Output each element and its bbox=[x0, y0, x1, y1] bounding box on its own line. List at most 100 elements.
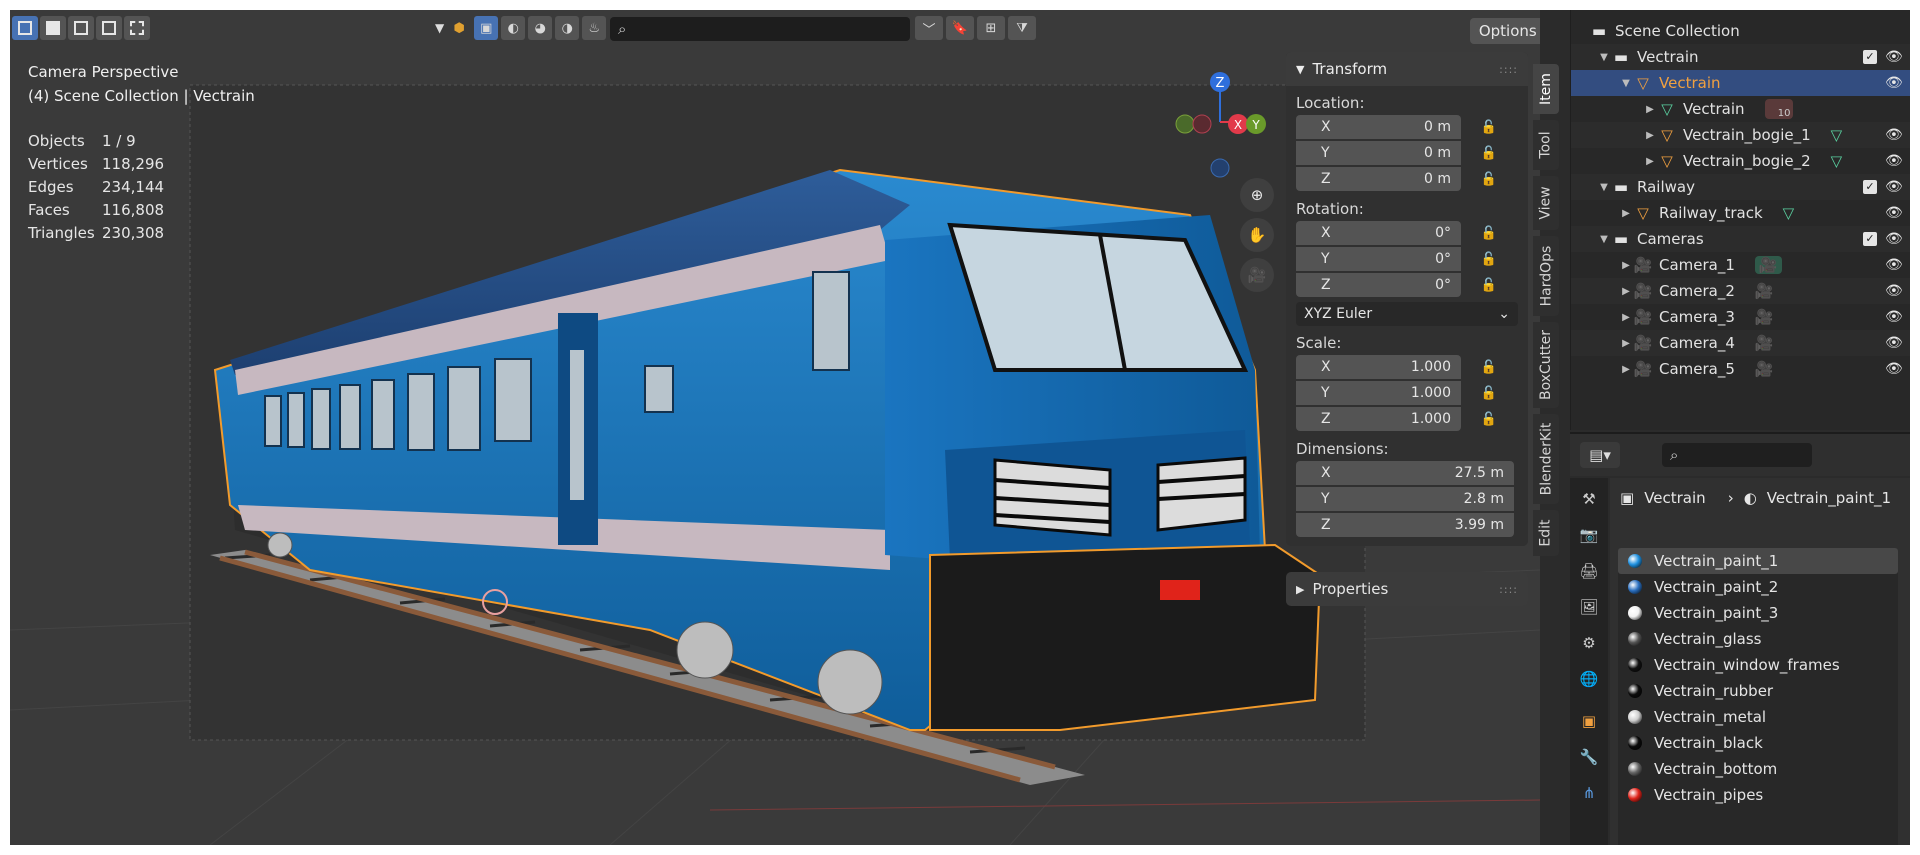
expand-triangle-icon[interactable]: ▼ bbox=[1597, 52, 1611, 63]
rotation-x-field[interactable]: X 0° bbox=[1296, 221, 1461, 245]
tab-boxcutter[interactable]: BoxCutter bbox=[1533, 322, 1559, 408]
expand-triangle-icon[interactable]: ▼ bbox=[1619, 78, 1633, 89]
select-box-tool-icon[interactable] bbox=[12, 16, 38, 40]
expand-triangle-icon[interactable]: ▶ bbox=[1619, 364, 1633, 375]
scale-x-field[interactable]: X 1.000 bbox=[1296, 355, 1461, 379]
checkbox-icon[interactable]: ✓ bbox=[1863, 232, 1877, 246]
dimensions-z-field[interactable]: Z 3.99 m bbox=[1296, 513, 1514, 537]
select-new-icon[interactable] bbox=[40, 16, 66, 40]
material-slot-row[interactable]: Vectrain_window_frames bbox=[1618, 652, 1898, 678]
expand-triangle-icon[interactable]: ▶ bbox=[1619, 312, 1633, 323]
outliner-row-bogie-2[interactable]: ▶ ▽ Vectrain_bogie_2 ▽ 👁 bbox=[1571, 148, 1910, 174]
location-y-field[interactable]: Y0 m bbox=[1296, 141, 1461, 165]
tab-item[interactable]: Item bbox=[1533, 64, 1559, 114]
expand-triangle-icon[interactable]: ▶ bbox=[1619, 208, 1633, 219]
outliner-row-vectrain-object[interactable]: ▼ ▽ Vectrain 👁 bbox=[1571, 70, 1910, 96]
view-dropdown-button[interactable]: ﹀ bbox=[915, 16, 943, 40]
outliner-row-cameras-collection[interactable]: ▼ ▬ Cameras ✓ 👁 bbox=[1571, 226, 1910, 252]
editor-type-dropdown[interactable]: ▤▾ bbox=[1580, 442, 1620, 468]
render-settings-icon[interactable]: 📷 bbox=[1576, 522, 1602, 548]
properties-search-input[interactable]: ⌕ bbox=[1662, 443, 1812, 467]
location-z-field[interactable]: Z0 m bbox=[1296, 167, 1461, 191]
tab-blenderkit[interactable]: BlenderKit bbox=[1533, 414, 1559, 504]
layout-icon[interactable]: ⊞ bbox=[977, 16, 1005, 40]
lock-icon[interactable]: 🔓 bbox=[1481, 277, 1497, 293]
camera-view-icon[interactable]: 🎥 bbox=[1240, 258, 1274, 292]
checkbox-icon[interactable]: ✓ bbox=[1863, 50, 1877, 64]
expand-triangle-icon[interactable]: ▼ bbox=[1597, 234, 1611, 245]
outliner-row-bogie-1[interactable]: ▶ ▽ Vectrain_bogie_1 ▽ 👁 bbox=[1571, 122, 1910, 148]
outliner-row-vectrain-collection[interactable]: ▼ ▬ Vectrain ✓ 👁 bbox=[1571, 44, 1910, 70]
bookmark-icon[interactable]: 🔖 bbox=[946, 16, 974, 40]
eye-icon[interactable]: 👁 bbox=[1885, 361, 1903, 377]
tool-settings-icon[interactable]: ⚒ bbox=[1576, 486, 1602, 512]
navigation-gizmo[interactable]: Z X Y bbox=[1160, 62, 1280, 182]
select-subtract-icon[interactable] bbox=[96, 16, 122, 40]
rotation-mode-dropdown[interactable]: XYZ Euler ⌄ bbox=[1296, 302, 1518, 326]
lock-icon[interactable]: 🔓 bbox=[1481, 145, 1497, 161]
xray-toggle-icon[interactable]: ▣ bbox=[474, 16, 499, 40]
material-slot-row[interactable]: Vectrain_paint_3 bbox=[1618, 600, 1898, 626]
eye-icon[interactable]: 👁 bbox=[1885, 127, 1903, 143]
outliner-row-camera-2[interactable]: ▶ 🎥 Camera_2 🎥 👁 bbox=[1571, 278, 1910, 304]
outliner-row-camera-3[interactable]: ▶ 🎥 Camera_3 🎥 👁 bbox=[1571, 304, 1910, 330]
outliner-row-vectrain-mesh[interactable]: ▶ ▽ Vectrain 10 bbox=[1571, 96, 1910, 122]
expand-triangle-icon[interactable]: ▼ bbox=[1597, 182, 1611, 193]
location-x-field[interactable]: X0 m bbox=[1296, 115, 1461, 139]
tab-view[interactable]: View bbox=[1533, 176, 1559, 230]
tab-tool[interactable]: Tool bbox=[1533, 120, 1559, 170]
scene-settings-icon[interactable]: ⚙ bbox=[1576, 630, 1602, 656]
material-preview-icon[interactable]: ◕ bbox=[528, 16, 553, 40]
lock-icon[interactable]: 🔓 bbox=[1481, 251, 1497, 267]
outliner-row-railway-collection[interactable]: ▼ ▬ Railway ✓ 👁 bbox=[1571, 174, 1910, 200]
overlay-gizmo-icon[interactable]: ⬢ bbox=[447, 16, 471, 40]
world-settings-icon[interactable]: 🌐 bbox=[1576, 666, 1602, 692]
material-slot-row[interactable]: Vectrain_pipes bbox=[1618, 782, 1898, 808]
eye-icon[interactable]: 👁 bbox=[1885, 257, 1903, 273]
lock-icon[interactable]: 🔓 bbox=[1481, 359, 1497, 375]
scale-z-field[interactable]: Z 1.000 bbox=[1296, 407, 1461, 431]
pan-hand-icon[interactable]: ✋ bbox=[1240, 218, 1274, 252]
material-slot-row[interactable]: Vectrain_metal bbox=[1618, 704, 1898, 730]
material-slot-row[interactable]: Vectrain_bottom bbox=[1618, 756, 1898, 782]
properties-panel-header[interactable]: ▶ Properties :::: bbox=[1286, 572, 1528, 606]
material-slot-row[interactable]: Vectrain_paint_2 bbox=[1618, 574, 1898, 600]
eye-icon[interactable]: 👁 bbox=[1885, 205, 1903, 221]
gizmo-neg-z[interactable] bbox=[1210, 158, 1230, 178]
filter-icon[interactable]: ⧩ bbox=[1008, 16, 1036, 40]
object-properties-icon[interactable]: ▣ bbox=[1576, 708, 1602, 734]
drag-grip-icon[interactable]: :::: bbox=[1499, 583, 1518, 596]
rendered-shading-icon[interactable]: ◑ bbox=[555, 16, 580, 40]
lock-icon[interactable]: 🔓 bbox=[1481, 171, 1497, 187]
gizmo-neg-y[interactable] bbox=[1175, 114, 1195, 134]
particles-icon[interactable]: ⋔ bbox=[1576, 780, 1602, 806]
expand-triangle-icon[interactable]: ▶ bbox=[1643, 156, 1657, 167]
eye-icon[interactable]: 👁 bbox=[1885, 153, 1903, 169]
material-slot-row[interactable]: Vectrain_rubber bbox=[1618, 678, 1898, 704]
eye-icon[interactable]: 👁 bbox=[1885, 283, 1903, 299]
eye-icon[interactable]: 👁 bbox=[1885, 75, 1903, 91]
scale-y-field[interactable]: Y 1.000 bbox=[1296, 381, 1461, 405]
expand-triangle-icon[interactable]: ▶ bbox=[1619, 286, 1633, 297]
shading-options-icon[interactable]: ♨ bbox=[582, 16, 607, 40]
gizmo-neg-x[interactable] bbox=[1192, 114, 1212, 134]
outliner-row-camera-4[interactable]: ▶ 🎥 Camera_4 🎥 👁 bbox=[1571, 330, 1910, 356]
material-slot-row[interactable]: Vectrain_glass bbox=[1618, 626, 1898, 652]
view-layer-icon[interactable]: 🖼 bbox=[1576, 594, 1602, 620]
eye-icon[interactable]: 👁 bbox=[1885, 49, 1903, 65]
lock-icon[interactable]: 🔓 bbox=[1481, 225, 1497, 241]
transform-panel-header[interactable]: ▼ Transform :::: bbox=[1286, 52, 1528, 86]
zoom-icon[interactable]: ⊕ bbox=[1240, 178, 1274, 212]
expand-triangle-icon[interactable]: ▶ bbox=[1619, 338, 1633, 349]
viewport-search-input[interactable]: ⌕ bbox=[610, 17, 910, 41]
eye-icon[interactable]: 👁 bbox=[1885, 231, 1903, 247]
options-dropdown[interactable]: Options ▼ bbox=[1470, 18, 1540, 44]
dimensions-y-field[interactable]: Y 2.8 m bbox=[1296, 487, 1514, 511]
expand-triangle-icon[interactable]: ▶ bbox=[1643, 130, 1657, 141]
checkbox-icon[interactable]: ✓ bbox=[1863, 180, 1877, 194]
outliner-row-camera-5[interactable]: ▶ 🎥 Camera_5 🎥 👁 bbox=[1571, 356, 1910, 382]
rotation-y-field[interactable]: Y 0° bbox=[1296, 247, 1461, 271]
lock-icon[interactable]: 🔓 bbox=[1481, 385, 1497, 401]
lock-icon[interactable]: 🔓 bbox=[1481, 119, 1497, 135]
eye-icon[interactable]: 👁 bbox=[1885, 179, 1903, 195]
